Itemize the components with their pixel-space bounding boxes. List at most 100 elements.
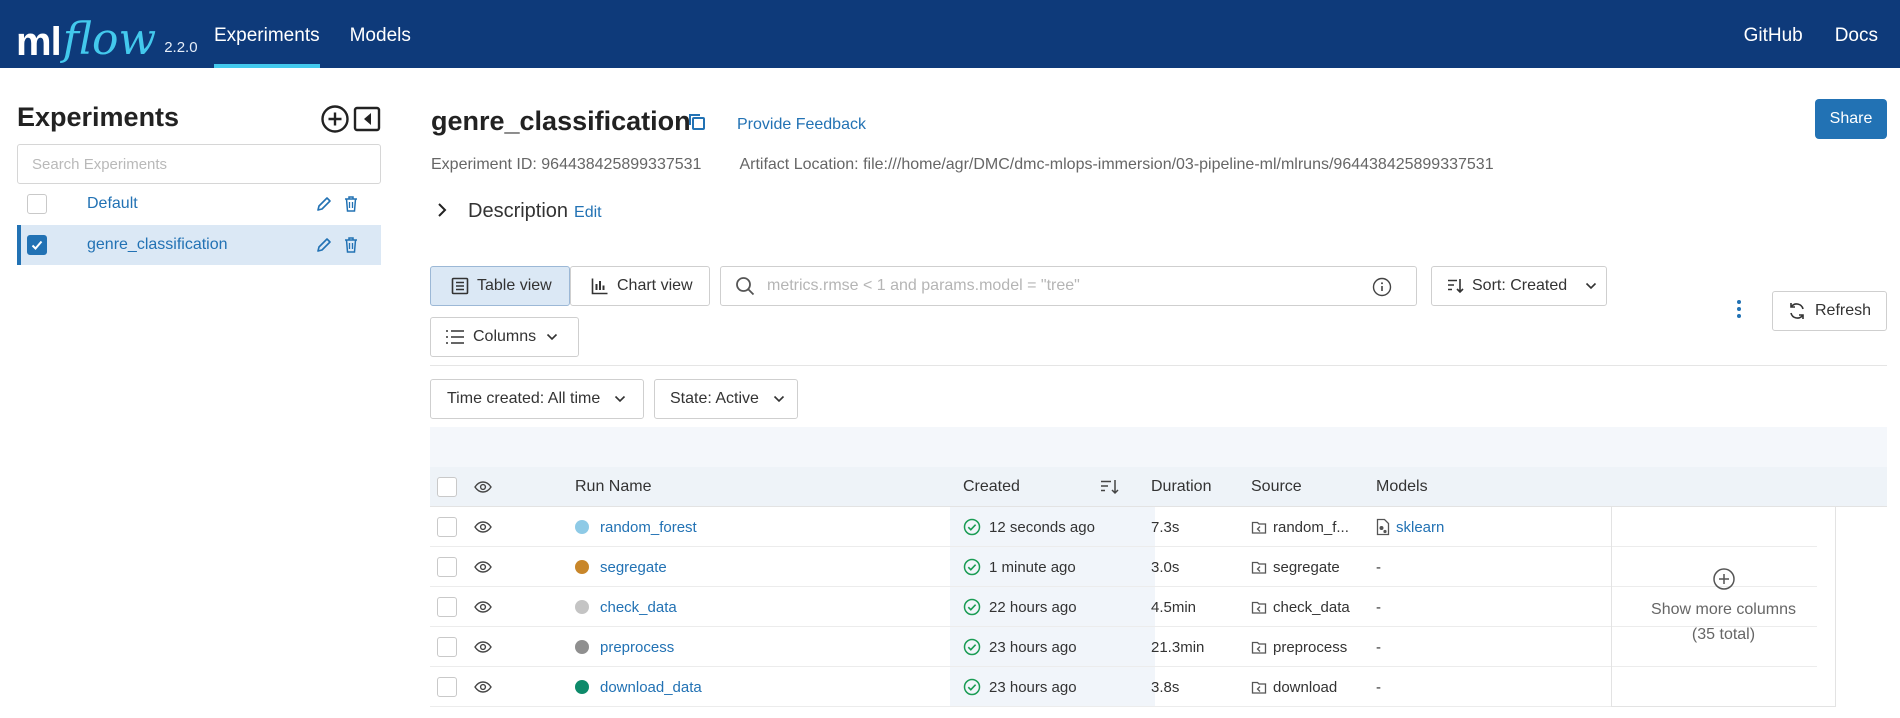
artifact-location-value: file:///home/agr/DMC/dmc-mlops-immersion… xyxy=(863,156,1494,173)
refresh-button[interactable]: Refresh xyxy=(1772,291,1887,331)
run-name-link[interactable]: segregate xyxy=(600,559,667,576)
column-group-header xyxy=(430,427,1887,467)
artifact-location-label: Artifact Location: xyxy=(739,156,859,173)
description-edit-link[interactable]: Edit xyxy=(574,204,602,222)
refresh-label: Refresh xyxy=(1815,302,1872,319)
run-models: - xyxy=(1376,598,1381,616)
time-created-label: Time created: All time xyxy=(447,390,601,407)
more-options-icon[interactable] xyxy=(1736,299,1742,323)
table-row[interactable]: preprocess 23 hours ago 21.3min preprocess - xyxy=(430,627,1817,667)
search-icon xyxy=(736,277,755,296)
sort-icon xyxy=(1448,279,1464,294)
eye-icon[interactable] xyxy=(474,467,492,507)
row-checkbox[interactable] xyxy=(437,517,457,537)
run-created: 22 hours ago xyxy=(989,598,1077,616)
eye-icon[interactable] xyxy=(474,587,492,627)
collapse-sidebar-icon[interactable] xyxy=(353,104,381,134)
row-checkbox[interactable] xyxy=(437,557,457,577)
sort-descending-icon[interactable] xyxy=(1100,467,1120,507)
run-source: preprocess xyxy=(1273,638,1348,656)
run-color-dot[interactable] xyxy=(575,600,589,614)
header-run-name[interactable]: Run Name xyxy=(575,467,651,507)
trash-icon[interactable] xyxy=(343,236,359,254)
runs-search-input[interactable] xyxy=(767,277,1387,295)
header-duration[interactable]: Duration xyxy=(1151,467,1211,507)
model-icon xyxy=(1376,518,1390,536)
columns-dropdown[interactable]: Columns xyxy=(430,317,579,357)
run-name-link[interactable]: preprocess xyxy=(600,639,674,656)
mlflow-logo[interactable]: ml flow 2.2.0 xyxy=(16,6,198,63)
row-checkbox[interactable] xyxy=(437,677,457,697)
run-duration: 7.3s xyxy=(1151,518,1180,536)
table-row[interactable]: check_data 22 hours ago 4.5min check_data - xyxy=(430,587,1817,627)
edit-pencil-icon[interactable] xyxy=(315,236,333,254)
header-source[interactable]: Source xyxy=(1251,467,1302,507)
table-row[interactable]: download_data 23 hours ago 3.8s download - xyxy=(430,667,1817,707)
copy-icon[interactable] xyxy=(687,112,707,136)
description-section: Description Edit xyxy=(436,200,602,223)
top-right-links: GitHub Docs xyxy=(1712,0,1878,68)
nav-experiments[interactable]: Experiments xyxy=(214,0,320,68)
select-all-checkbox[interactable] xyxy=(437,477,457,497)
header-models[interactable]: Models xyxy=(1376,467,1428,507)
run-models: - xyxy=(1376,558,1381,576)
run-color-dot[interactable] xyxy=(575,680,589,694)
experiment-checkbox[interactable] xyxy=(27,194,47,214)
info-icon[interactable] xyxy=(1372,277,1400,302)
table-view-button[interactable]: Table view xyxy=(430,266,570,306)
experiment-meta: Experiment ID: 964438425899337531 Artifa… xyxy=(431,156,1494,174)
github-link[interactable]: GitHub xyxy=(1744,0,1803,68)
top-navbar: ml flow 2.2.0 Experiments Models GitHub … xyxy=(0,0,1900,68)
docs-link[interactable]: Docs xyxy=(1835,0,1878,68)
eye-icon[interactable] xyxy=(474,547,492,587)
status-success-icon xyxy=(963,638,981,656)
source-icon xyxy=(1251,559,1267,575)
run-name-link[interactable]: check_data xyxy=(600,599,677,616)
table-row[interactable]: segregate 1 minute ago 3.0s segregate - xyxy=(430,547,1817,587)
header-created[interactable]: Created xyxy=(963,467,1020,507)
trash-icon[interactable] xyxy=(343,195,359,213)
total-columns-label: (35 total) xyxy=(1691,625,1756,643)
chevron-down-icon xyxy=(547,333,558,341)
description-label[interactable]: Description xyxy=(468,200,568,223)
edit-pencil-icon[interactable] xyxy=(315,195,333,213)
run-duration: 4.5min xyxy=(1151,598,1197,616)
show-more-columns-button[interactable]: Show more columns (35 total) xyxy=(1611,507,1836,707)
eye-icon[interactable] xyxy=(474,627,492,667)
experiment-title: genre_classification xyxy=(431,106,691,136)
runs-table-header: Run Name Created Duration Source Models xyxy=(430,467,1887,507)
run-created: 12 seconds ago xyxy=(989,518,1095,536)
experiment-name[interactable]: Default xyxy=(87,195,305,213)
run-source: segregate xyxy=(1273,558,1340,576)
run-source: download xyxy=(1273,678,1338,696)
experiment-name[interactable]: genre_classification xyxy=(87,236,305,254)
run-name-link[interactable]: random_forest xyxy=(600,519,697,536)
run-color-dot[interactable] xyxy=(575,560,589,574)
add-experiment-icon[interactable] xyxy=(320,104,350,134)
run-name-link[interactable]: download_data xyxy=(600,679,702,696)
sort-dropdown[interactable]: Sort: Created xyxy=(1431,266,1607,306)
eye-icon[interactable] xyxy=(474,667,492,707)
nav-models[interactable]: Models xyxy=(350,0,411,68)
experiment-checkbox-checked[interactable] xyxy=(27,235,47,255)
provide-feedback-link[interactable]: Provide Feedback xyxy=(737,116,866,134)
chevron-right-icon[interactable] xyxy=(436,202,448,222)
table-row[interactable]: random_forest 12 seconds ago 7.3s random_f.… xyxy=(430,507,1817,547)
run-duration: 3.8s xyxy=(1151,678,1180,696)
state-filter[interactable]: State: Active xyxy=(654,379,798,419)
row-checkbox[interactable] xyxy=(437,597,457,617)
columns-label: Columns xyxy=(473,328,537,345)
experiment-item-genre-classification[interactable]: genre_classification xyxy=(17,225,381,265)
run-model-link[interactable]: sklearn xyxy=(1396,519,1444,536)
experiment-item-default[interactable]: Default xyxy=(17,184,381,224)
share-button[interactable]: Share xyxy=(1815,99,1887,139)
search-experiments-input[interactable] xyxy=(17,144,381,184)
time-created-filter[interactable]: Time created: All time xyxy=(430,379,644,419)
row-checkbox[interactable] xyxy=(437,637,457,657)
run-created: 1 minute ago xyxy=(989,558,1076,576)
chart-view-button[interactable]: Chart view xyxy=(570,266,710,306)
run-color-dot[interactable] xyxy=(575,640,589,654)
status-success-icon xyxy=(963,558,981,576)
run-color-dot[interactable] xyxy=(575,520,589,534)
eye-icon[interactable] xyxy=(474,507,492,547)
